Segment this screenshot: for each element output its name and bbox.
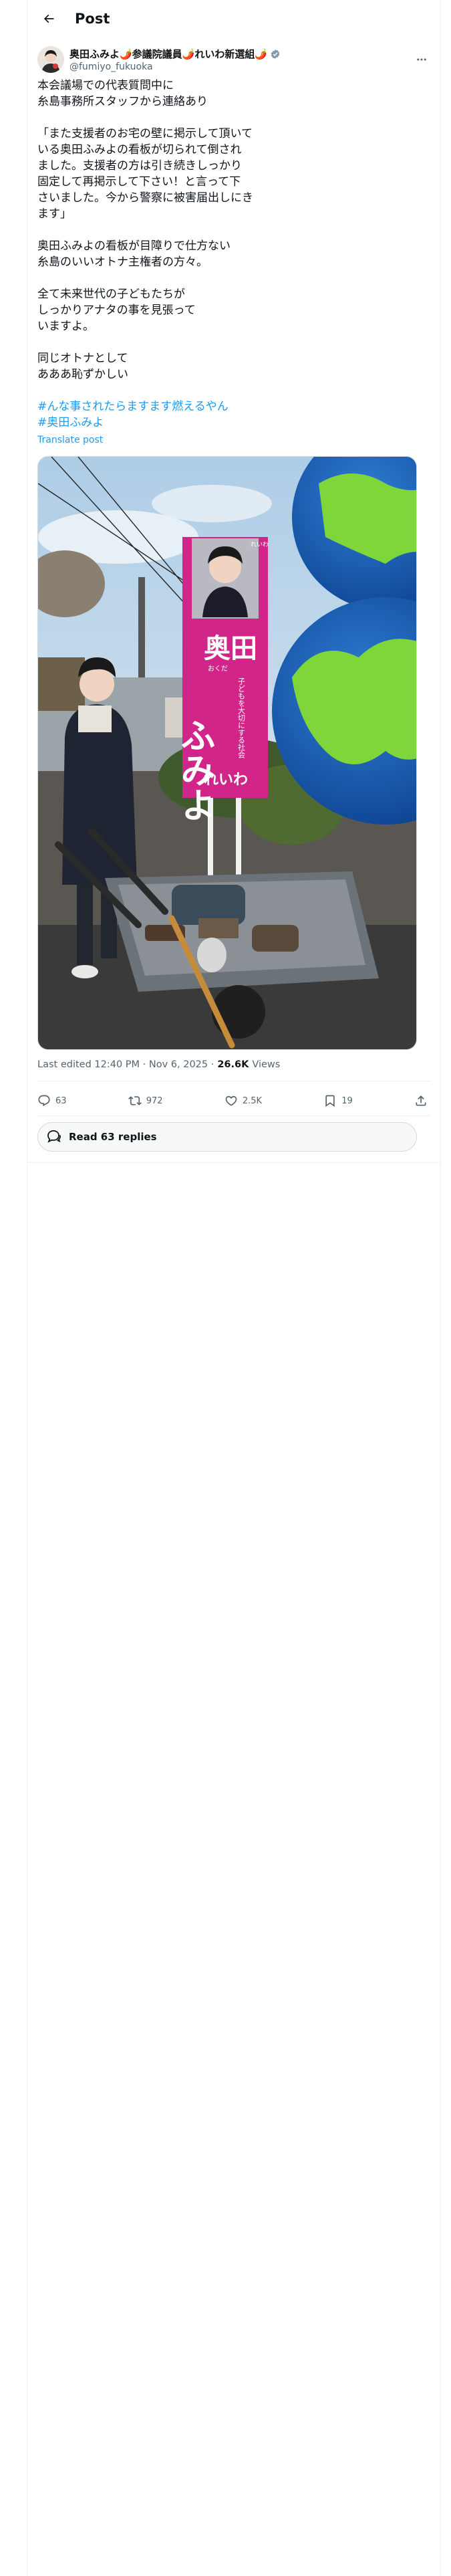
post-timestamp[interactable]: Last edited 12:40 PM · Nov 6, 2025 · [37, 1059, 214, 1070]
hashtag-list: #んな事されたらますます燃えるやん #奥田ふみよ [37, 399, 425, 431]
post-meta: Last edited 12:40 PM · Nov 6, 2025 · 26.… [37, 1059, 280, 1070]
chat-bubble-icon [47, 1130, 61, 1143]
post-paragraph: 同じオトナとして あああ恥ずかしい [37, 352, 128, 381]
more-options-button[interactable] [412, 49, 432, 70]
heart-icon [225, 1095, 237, 1106]
action-bar: 63 972 2.5K 19 [37, 1087, 430, 1114]
hashtag-link[interactable]: #奥田ふみよ [37, 415, 425, 431]
sign-party: れいわ [204, 772, 248, 788]
share-icon [416, 1095, 426, 1106]
avatar[interactable] [37, 46, 64, 73]
repost-button[interactable]: 972 [128, 1094, 163, 1107]
bookmark-icon [325, 1095, 335, 1107]
post-paragraph: 「また支援者のお宅の壁に掲示して頂いて いる奥田ふみよの看板が切られて倒され ま… [37, 127, 253, 221]
sign-tag: れいわ [251, 541, 269, 548]
more-dots-icon [417, 58, 426, 61]
verified-badge-icon [271, 49, 280, 59]
like-button[interactable]: 2.5K [224, 1094, 262, 1107]
back-button[interactable] [37, 7, 60, 30]
repost-icon [128, 1096, 142, 1105]
post-paragraph: 本会議場での代表質問中に 糸島事務所スタッフから連絡あり [37, 79, 208, 108]
reply-button[interactable]: 63 [37, 1094, 67, 1107]
divider [27, 1162, 441, 1163]
author-handle[interactable]: @fumiyo_fukuoka [69, 62, 281, 72]
like-count: 2.5K [242, 1095, 263, 1106]
repost-count: 972 [146, 1095, 163, 1106]
reply-icon [38, 1095, 50, 1107]
sign-slogan: 子どもを大切にする社会 [237, 677, 246, 758]
post-paragraph: 奥田ふみよの看板が目障りで仕方ない 糸島のいいオトナ主権者の方々。 [37, 239, 231, 269]
sign-surname-reading: おくだ [208, 665, 228, 673]
bookmark-count: 19 [341, 1095, 353, 1106]
photo-illustration: 奥田 おくだ ふみよ 子どもを大切にする社会 れいわ れいわ [38, 457, 416, 1049]
read-replies-label: Read 63 replies [69, 1131, 157, 1143]
translate-post-link[interactable]: Translate post [37, 435, 103, 445]
hashtag-link[interactable]: #んな事されたらますます燃えるやん [37, 399, 425, 415]
views-count: 26.6K [217, 1059, 249, 1070]
sign-surname: 奥田 [204, 633, 257, 664]
sign-given-name: ふみよ [174, 718, 214, 822]
page-title: Post [75, 11, 110, 27]
divider [37, 1115, 430, 1116]
reply-count: 63 [55, 1095, 67, 1106]
post-photo[interactable]: 奥田 おくだ ふみよ 子どもを大切にする社会 れいわ れいわ [37, 456, 417, 1050]
post-paragraph: 全て未来世代の子どもたちが しっかりアナタの事を見張って いますよ。 [37, 288, 196, 333]
read-replies-button[interactable]: Read 63 replies [37, 1122, 417, 1152]
bookmark-button[interactable]: 19 [323, 1094, 353, 1107]
post-author: 奥田ふみよ🌶️参議院議員🌶️れいわ新選組🌶️ @fumiyo_fukuoka [37, 44, 432, 75]
author-name[interactable]: 奥田ふみよ🌶️参議院議員🌶️れいわ新選組🌶️ [69, 47, 267, 61]
share-button[interactable] [414, 1094, 428, 1107]
post-body: 本会議場での代表質問中に 糸島事務所スタッフから連絡あり 「また支援者のお宅の壁… [37, 78, 425, 431]
views-label: Views [252, 1059, 281, 1070]
arrow-left-icon [43, 14, 54, 23]
post-header: Post [27, 0, 441, 37]
